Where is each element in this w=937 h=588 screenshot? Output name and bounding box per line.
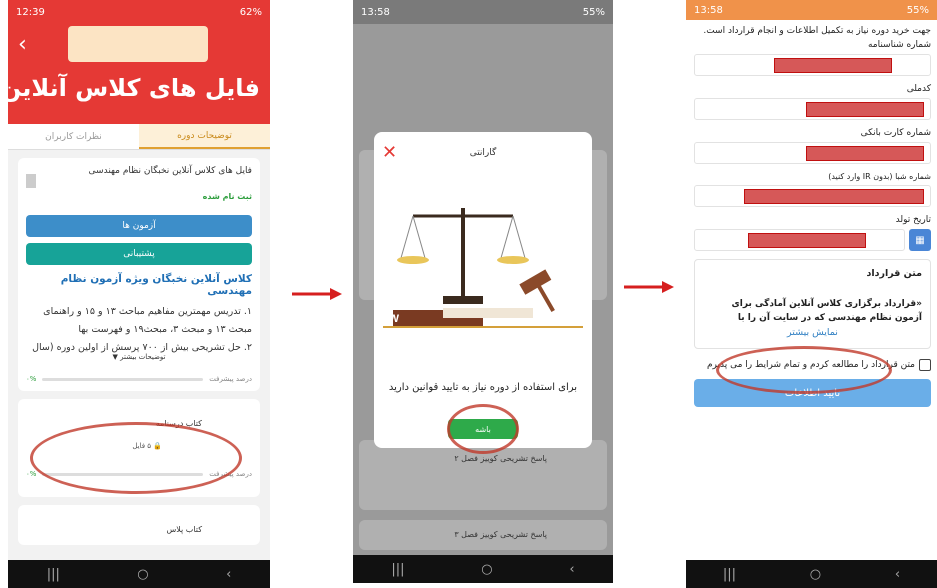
contract-box: متن قرارداد «قرارداد برگزاری کلاس آنلاین… [694,259,931,349]
course-info-card: فایل های کلاس آنلاین نخبگان نظام مهندسی … [18,158,260,391]
lock-icon: 🔒 [153,442,162,450]
status-bar: 13:58 55% [686,0,937,20]
item-progress-bar [42,472,204,476]
status-battery: 55% [906,4,929,16]
item-progress-value: ۰% [26,470,37,478]
recents-icon[interactable]: ||| [723,567,736,582]
id-number-input[interactable] [694,54,931,76]
course-desc-line3: ۲. حل تشریحی بیش از ۷۰۰ پرسش از اولین دو… [32,342,252,353]
course-tabs: توضیحات دوره نظرات کاربران [8,124,270,150]
home-icon[interactable]: ○ [137,567,148,582]
status-battery: 62% [239,6,262,18]
home-icon[interactable]: ○ [481,562,492,577]
recents-icon[interactable]: ||| [47,567,60,582]
back-icon[interactable]: ‹ [569,562,574,577]
progress-bar [42,377,204,381]
bookmark-icon[interactable] [26,174,36,188]
agree-checkbox[interactable] [919,359,931,371]
tab-reviews[interactable]: نظرات کاربران [8,124,139,149]
status-bar: 13:58 55% [353,0,613,24]
banner-illustration [68,26,208,62]
item-card-plus[interactable]: کتاب پلاس [18,505,260,545]
bank-card-label: شماره کارت بانکی [860,128,931,138]
id-number-label: شماره شناسنامه [867,40,931,50]
tab-description[interactable]: توضیحات دوره [139,124,270,149]
more-description-label: توضیحات بیشتر [120,353,166,361]
agree-row: متن قرارداد را مطالعه کردم و تمام شرایط … [694,359,931,371]
guarantee-dialog: ✕ گارانتی LAW برای استفاده از دوره نیاز … [374,132,592,448]
progress-label: درصد پیشرفت [209,375,252,383]
item-files-count: ۵ فایل [132,442,152,450]
redacted-value [806,102,924,117]
banner-title: فایل های کلاس آنلاین [8,74,260,102]
recents-icon[interactable]: ||| [391,562,404,577]
android-nav-bar: ||| ○ ‹ [353,555,613,583]
item-progress-label: درصد پیشرفت [209,470,252,478]
birth-date-row: ▦ [694,229,931,251]
course-screen: 12:39 62% ‹ فایل های کلاس آنلاین توضیحات… [8,0,270,588]
item-title: کتاب درسنامه [155,419,202,428]
birth-date-input[interactable] [694,229,905,251]
show-more-link[interactable]: نمایش بیشتر [695,327,930,338]
law-scales-illustration: LAW [383,208,583,328]
back-icon[interactable]: ‹ [226,567,231,582]
dialog-message: برای استفاده از دوره نیاز به تایید قوانی… [388,382,578,393]
progress-row: درصد پیشرفت ۰% [26,375,252,383]
national-code-input[interactable] [694,98,931,120]
bg-item-title: پاسخ تشریحی کوییز فصل ۲ [454,454,547,463]
bg-item-title: پاسخ تشریحی کوییز فصل ۳ [454,530,547,539]
item-files: 🔒 ۵ فایل [26,442,162,450]
flow-arrow-1 [292,288,342,300]
contract-body: «قرارداد برگزاری کلاس آنلاین آمادگی برای… [731,299,922,323]
form-intro: جهت خرید دوره نیاز به تکمیل اطلاعات و ان… [703,26,931,36]
contract-title: متن قرارداد [866,268,922,279]
course-heading: کلاس آنلاین نخبگان ویژه آزمون نظام مهندس… [60,273,252,297]
redacted-value [806,146,924,161]
course-desc-line1: ۱. تدریس مهمترین مفاهیم مباحث ۱۳ و ۱۵ و … [43,306,252,317]
item-card-textbook[interactable]: کتاب درسنامه 🔒 ۵ فایل درصد پیشرفت ۰% [18,399,260,497]
submit-button[interactable]: تایید اطلاعات [694,379,931,407]
status-bar: 12:39 62% [8,0,270,24]
redacted-value [744,189,924,204]
caret-down-icon: ▼ [112,353,118,361]
bank-card-input[interactable] [694,142,931,164]
status-time: 12:39 [16,6,45,18]
flow-arrow-2 [624,281,674,293]
status-time: 13:58 [361,6,390,18]
national-code-label: کدملی [906,84,931,94]
exams-button[interactable]: آزمون ها [26,215,252,237]
background-card: پاسخ تشریحی کوییز فصل ۲ [359,440,607,510]
sheba-input[interactable] [694,185,931,207]
close-icon[interactable]: ✕ [382,142,397,163]
status-battery: 55% [582,6,605,18]
back-icon[interactable]: ‹ [895,567,900,582]
progress-value: ۰% [26,375,37,383]
sheba-label: شماره شبا (بدون IR وارد کنید) [828,172,931,181]
calendar-icon[interactable]: ▦ [909,229,931,251]
registered-badge: ثبت نام شده [202,192,252,201]
redacted-value [748,233,866,248]
dialog-title: گارانتی [469,148,497,158]
more-description-link[interactable]: توضیحات بیشتر ▼ [26,353,252,361]
status-time: 13:58 [694,4,723,16]
course-title: فایل های کلاس آنلاین نخبگان نظام مهندسی [88,166,252,176]
support-button[interactable]: پشتیبانی [26,243,252,265]
background-card: پاسخ تشریحی کوییز فصل ۳ [359,520,607,550]
android-nav-bar: ||| ○ ‹ [8,560,270,588]
birth-date-label: تاریخ تولد [895,215,931,225]
item-progress-row: درصد پیشرفت ۰% [26,470,252,478]
law-label: LAW [383,313,400,325]
contract-form-screen: 13:58 55% جهت خرید دوره نیاز به تکمیل اط… [686,0,937,588]
course-banner: ‹ فایل های کلاس آنلاین [8,24,270,124]
android-nav-bar: ||| ○ ‹ [686,560,937,588]
home-icon[interactable]: ○ [810,567,821,582]
guarantee-screen: 13:58 55% پاسخ تشریحی کوییز فصل ۲ پاسخ ت… [353,0,613,583]
ok-button[interactable]: باشه [448,419,518,439]
contract-form: جهت خرید دوره نیاز به تکمیل اطلاعات و ان… [686,20,937,407]
redacted-value [774,58,892,73]
item-plus-title: کتاب پلاس [166,525,203,534]
back-arrow-icon[interactable]: ‹ [18,32,27,57]
agree-label: متن قرارداد را مطالعه کردم و تمام شرایط … [706,360,915,370]
course-desc-line2: مبحث ۱۳ و مبحث ۳، مبحث۱۹ و فهرست بها [78,324,252,335]
